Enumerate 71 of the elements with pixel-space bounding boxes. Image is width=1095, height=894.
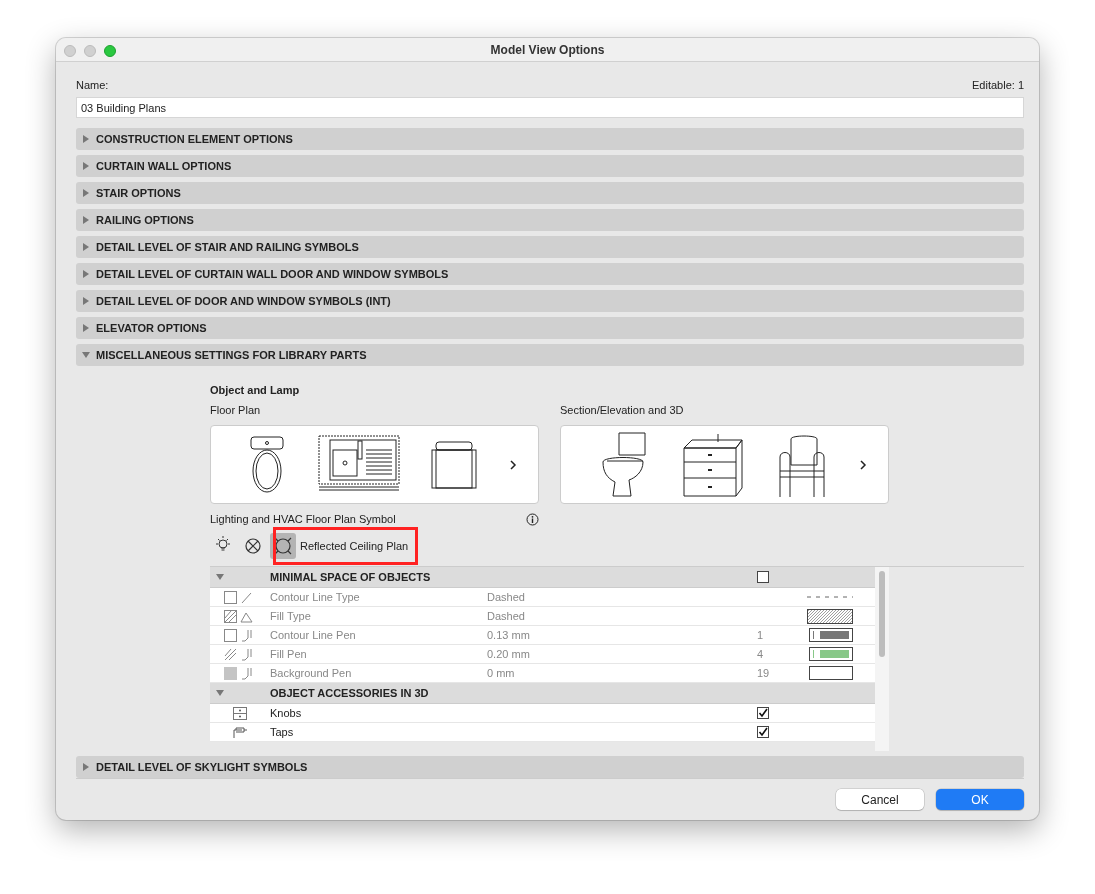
- disclosure-triangle-icon[interactable]: [82, 216, 90, 224]
- section-header[interactable]: ELEVATOR OPTIONS: [76, 317, 1024, 339]
- option-name: Contour Line Type: [270, 591, 361, 603]
- disclosure-triangle-icon[interactable]: [82, 351, 90, 359]
- section-header[interactable]: DETAIL LEVEL OF STAIR AND RAILING SYMBOLS: [76, 236, 1024, 258]
- section-header[interactable]: RAILING OPTIONS: [76, 209, 1024, 231]
- minimize-button[interactable]: [84, 45, 96, 57]
- disclosure-triangle-icon[interactable]: [216, 573, 224, 581]
- group-header-row[interactable]: MINIMAL SPACE OF OBJECTS: [210, 567, 875, 588]
- disclosure-triangle-icon[interactable]: [82, 763, 90, 771]
- dashed-line-preview: [807, 595, 853, 599]
- cancel-button[interactable]: Cancel: [836, 789, 924, 810]
- subsection-title: Object and Lamp: [210, 384, 301, 398]
- armchair-drawing: [777, 432, 828, 497]
- editable-label: Editable: 1: [972, 79, 1024, 91]
- disclosure-triangle-icon[interactable]: [82, 162, 90, 170]
- disclosure-triangle-icon[interactable]: [216, 689, 224, 697]
- chevron-right-icon[interactable]: [508, 459, 519, 470]
- pen-number: 1: [757, 629, 764, 641]
- option-value: 0.20 mm: [487, 648, 531, 660]
- name-field[interactable]: 03 Building Plans: [76, 97, 1024, 118]
- section-header[interactable]: CONSTRUCTION ELEMENT OPTIONS: [76, 128, 1024, 150]
- ok-button[interactable]: OK: [936, 789, 1024, 810]
- hatch-fill-preview: [807, 608, 853, 624]
- checkbox[interactable]: [757, 571, 769, 583]
- scrollbar[interactable]: [875, 567, 889, 751]
- option-name: Fill Pen: [270, 648, 308, 660]
- section-header[interactable]: DETAIL LEVEL OF CURTAIN WALL DOOR AND WINDOW SYMBOLS: [76, 263, 1024, 285]
- close-button[interactable]: [64, 45, 76, 57]
- option-name: Knobs: [270, 707, 303, 719]
- option-value: 0 mm: [487, 667, 516, 679]
- section-header[interactable]: DETAIL LEVEL OF DOOR AND WINDOW SYMBOLS (INT): [76, 290, 1024, 312]
- info-icon[interactable]: [526, 512, 539, 526]
- tap-icon: [232, 725, 248, 739]
- group-title: MINIMAL SPACE OF OBJECTS: [270, 571, 432, 583]
- disclosure-triangle-icon[interactable]: [82, 135, 90, 143]
- circle-cross-icon: [245, 538, 261, 554]
- light-bulb-icon: [215, 535, 231, 551]
- section-header[interactable]: CURTAIN WALL OPTIONS: [76, 155, 1024, 177]
- group-title: OBJECT ACCESSORIES IN 3D: [270, 687, 430, 699]
- floor-plan-label: Floor Plan: [210, 404, 262, 418]
- disclosure-triangle-icon[interactable]: [82, 189, 90, 197]
- option-value: Dashed: [487, 591, 526, 603]
- option-name: Contour Line Pen: [270, 629, 357, 641]
- pen-number: 4: [757, 648, 764, 660]
- zoom-button[interactable]: [104, 45, 116, 57]
- checkbox[interactable]: [757, 726, 769, 738]
- symbol-caption: Reflected Ceiling Plan: [300, 540, 409, 552]
- disclosure-triangle-icon[interactable]: [82, 270, 90, 278]
- group-header-row[interactable]: OBJECT ACCESSORIES IN 3D: [210, 683, 875, 704]
- name-label: Name:: [76, 79, 109, 91]
- ceiling-symbol-icon: [274, 537, 292, 555]
- chevron-right-icon[interactable]: [858, 459, 869, 470]
- pen-number: 19: [757, 667, 770, 679]
- disclosure-triangle-icon[interactable]: [82, 297, 90, 305]
- option-value: 0.13 mm: [487, 629, 531, 641]
- window-title: Model View Options: [490, 42, 605, 57]
- section-label: Section/Elevation and 3D: [560, 404, 685, 418]
- lighting-symbol-label: Lighting and HVAC Floor Plan Symbol: [210, 513, 396, 525]
- symbol-option[interactable]: [270, 533, 296, 559]
- disclosure-triangle-icon[interactable]: [82, 243, 90, 251]
- checkbox[interactable]: [757, 707, 769, 719]
- option-name: Fill Type: [270, 610, 312, 622]
- section-header[interactable]: MISCELLANEOUS SETTINGS FOR LIBRARY PARTS: [76, 344, 1024, 366]
- section-header[interactable]: DETAIL LEVEL OF SKYLIGHT SYMBOLS: [76, 756, 1024, 778]
- disclosure-triangle-icon[interactable]: [82, 324, 90, 332]
- option-name: Taps: [270, 726, 295, 738]
- section-header[interactable]: STAIR OPTIONS: [76, 182, 1024, 204]
- option-value: Dashed: [487, 610, 526, 622]
- armchair-plan-icon: [431, 440, 478, 489]
- option-name: Background Pen: [270, 667, 353, 679]
